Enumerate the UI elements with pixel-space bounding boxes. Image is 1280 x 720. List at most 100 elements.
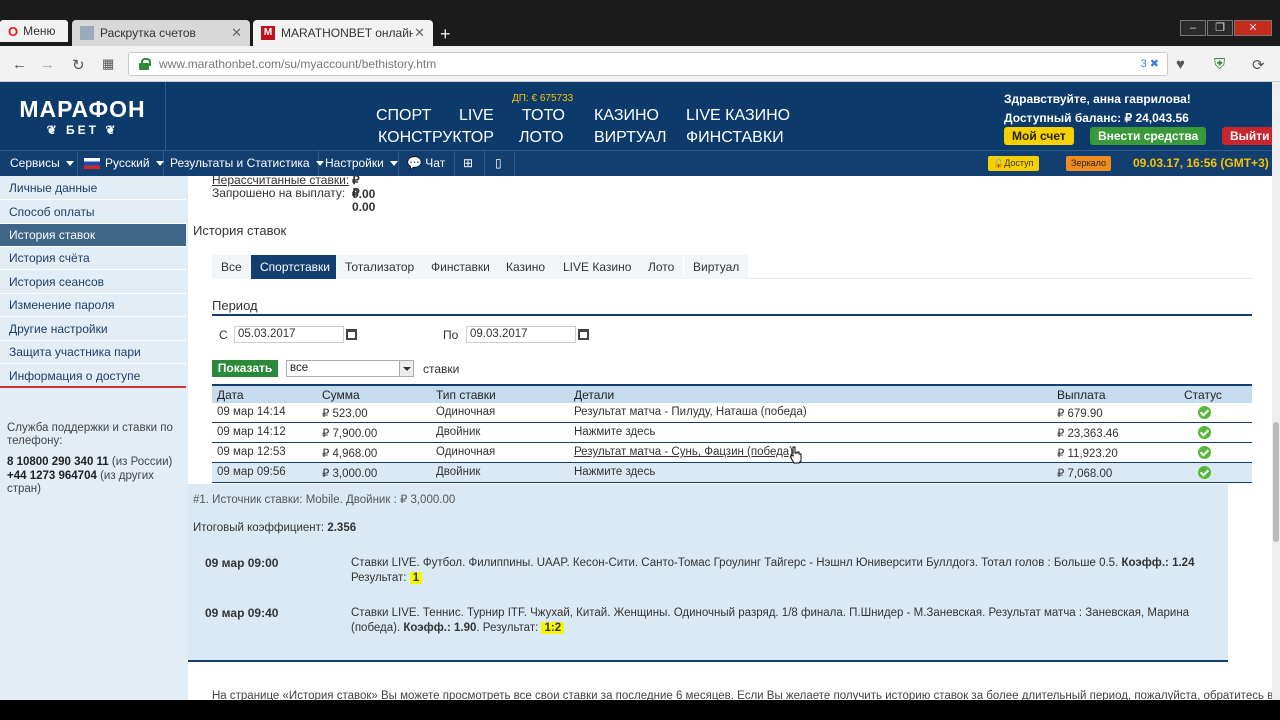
table-row[interactable]: 09 мар 14:12 ₽ 7,900.00 Двойник Нажмите … (212, 423, 1252, 443)
sidebar-item-other-settings[interactable]: Другие настройки (0, 318, 186, 341)
click-here-link[interactable]: Нажмите здесь (574, 466, 655, 478)
access-badge[interactable]: 🔒Доступ (988, 156, 1039, 171)
deposit-button[interactable]: Внести средства (1090, 127, 1207, 145)
back-icon[interactable]: ← (12, 56, 27, 73)
bottom-black-bar (0, 700, 1280, 720)
shield-icon[interactable]: ⛨ (1214, 56, 1225, 73)
my-account-button[interactable]: Мой счет (1004, 127, 1074, 145)
services-menu[interactable]: Сервисы (0, 151, 78, 176)
filter-tabs: Все Спортставки Тотализатор Финставки Ка… (212, 255, 1252, 279)
page-favicon-icon (80, 26, 94, 40)
stake-filter-select[interactable]: все (286, 360, 414, 377)
scrollbar-thumb[interactable] (1273, 422, 1279, 542)
col-type: Тип ставки (436, 388, 496, 402)
details-link[interactable]: Результат матча - Сунь, Фацзин (победа) (574, 446, 793, 458)
settings-menu[interactable]: Настройки (319, 151, 399, 176)
support-text: Служба поддержки и ставки по телефону: (7, 422, 173, 447)
nav-constructor[interactable]: КОНСТРУКТОР (378, 129, 494, 147)
forward-icon[interactable]: → (40, 56, 55, 73)
close-tab-icon[interactable]: ✕ (414, 25, 425, 41)
chevron-down-icon (389, 161, 398, 167)
table-row[interactable]: 09 мар 12:53 ₽ 4,968.00 Одиночная Резуль… (212, 443, 1252, 463)
logout-button[interactable]: Выйти (1222, 127, 1278, 145)
status-won-icon (1198, 466, 1211, 479)
maximize-icon[interactable]: ❐ (1207, 20, 1233, 36)
history-info-note: На странице «История ставок» Вы можете п… (212, 690, 1272, 700)
sidebar-item-personal[interactable]: Личные данные (0, 177, 186, 200)
table-row[interactable]: 09 мар 14:14 ₽ 523.00 Одиночная Результа… (212, 403, 1252, 423)
click-here-link[interactable]: Нажмите здесь (574, 426, 655, 438)
results-menu[interactable]: Результаты и Статистика (164, 151, 324, 176)
language-menu[interactable]: Русский (78, 151, 164, 176)
url-text: www.marathonbet.com/su/myaccount/bethist… (159, 57, 437, 71)
sidebar-item-payment[interactable]: Способ оплаты (0, 201, 186, 224)
nav-sport[interactable]: СПОРТ (376, 107, 431, 125)
greeting: Здравствуйте, анна гаврилова! (1004, 92, 1191, 106)
nav-live-casino[interactable]: LIVE КАЗИНО (686, 107, 790, 125)
site-header: МАРАФОН ❦ БЕТ ❦ ДП: € 675733 СПОРТ LIVE … (0, 82, 1280, 150)
nav-finstavki[interactable]: ФИНСТАВКИ (686, 129, 784, 147)
tab-all[interactable]: Все (212, 255, 251, 279)
nav-live[interactable]: LIVE (459, 107, 494, 125)
page-body: Личные данные Способ оплаты История став… (0, 176, 1272, 700)
mobile-icon[interactable]: ▯ (485, 151, 515, 176)
bet-history-content: Нерассчитанные ставки: ₽ 0.00 Запрошено н… (188, 176, 1272, 700)
downloads-icon[interactable]: ⟳ (1252, 56, 1265, 74)
calendar-icon[interactable] (578, 329, 589, 340)
table-row[interactable]: 09 мар 09:56 ₽ 3,000.00 Двойник Нажмите … (212, 463, 1252, 483)
browser-menu-button[interactable]: O Меню (0, 20, 68, 42)
tab-casino[interactable]: Казино (497, 255, 555, 279)
chevron-down-icon (65, 161, 74, 167)
tab-title: Раскрутка счетов (100, 26, 196, 40)
col-amount: Сумма (322, 388, 360, 402)
calendar-icon[interactable] (346, 329, 357, 340)
nav-casino[interactable]: КАЗИНО (594, 107, 659, 125)
minimize-icon[interactable]: – (1180, 20, 1206, 36)
laurel-right-icon: ❦ (98, 123, 119, 137)
sidebar-item-password[interactable]: Изменение пароля (0, 294, 186, 317)
browser-tab-bar: O Меню Раскрутка счетов ✕ M MARATHONBET … (0, 0, 1280, 46)
windows-icon[interactable]: ⊞ (455, 151, 485, 176)
sidebar-item-bet-history[interactable]: История ставок (0, 224, 186, 247)
marathon-logo[interactable]: МАРАФОН ❦ БЕТ ❦ (0, 82, 166, 150)
browser-tab-1[interactable]: Раскрутка счетов ✕ (72, 20, 250, 46)
adblock-icon: ✖ (1149, 58, 1159, 70)
sidebar-item-sessions[interactable]: История сеансов (0, 271, 186, 294)
nav-loto[interactable]: ЛОТО (519, 129, 563, 147)
close-window-icon[interactable]: ✕ (1234, 20, 1272, 36)
tab-finstavki[interactable]: Финставки (422, 255, 499, 279)
page-scrollbar[interactable] (1272, 82, 1280, 700)
sidebar-item-protection[interactable]: Защита участника пари (0, 341, 186, 364)
lock-small-icon: 🔒 (993, 158, 1005, 168)
tab-totalizator[interactable]: Тотализатор (336, 255, 424, 279)
dp-label: ДП: € 675733 (512, 93, 574, 104)
mirror-badge[interactable]: Зеркало (1066, 156, 1111, 171)
sidebar-item-account-history[interactable]: История счёта (0, 247, 186, 270)
heart-icon[interactable]: ♥ (1176, 56, 1185, 73)
laurel-left-icon: ❦ (46, 123, 67, 137)
result-highlight: 1:2 (541, 622, 565, 634)
speed-dial-icon[interactable]: ▦ (102, 56, 114, 72)
url-input[interactable]: www.marathonbet.com/su/myaccount/bethist… (128, 52, 1168, 76)
nav-virtual[interactable]: ВИРТУАЛ (594, 129, 667, 147)
date-from-input[interactable]: 05.03.2017 (234, 326, 344, 343)
extension-badge[interactable]: 3 ✖ (1141, 57, 1159, 70)
reload-icon[interactable]: ↻ (72, 56, 85, 74)
date-to-input[interactable]: 09.03.2017 (466, 326, 576, 343)
close-tab-icon[interactable]: ✕ (231, 25, 242, 41)
balance: Доступный баланс: ₽ 24,043.56 (1004, 111, 1189, 125)
tab-live-casino[interactable]: LIVE Казино (554, 255, 641, 279)
status-won-icon (1198, 406, 1211, 419)
tab-loto[interactable]: Лото (639, 255, 684, 279)
leg-time: 09 мар 09:40 (205, 606, 279, 620)
nav-toto[interactable]: ТОТО (522, 107, 565, 125)
chat-button[interactable]: 💬 Чат (399, 151, 455, 176)
tab-virtual[interactable]: Виртуал (684, 255, 749, 279)
show-button[interactable]: Показать (212, 360, 278, 377)
leg-description: Ставки LIVE. Теннис. Турнир ITF. Чжухай,… (351, 607, 1190, 634)
tab-sport[interactable]: Спортставки (251, 255, 339, 279)
sidebar-item-access-info[interactable]: Информация о доступе (0, 365, 186, 388)
new-tab-button[interactable]: + (440, 24, 451, 45)
browser-tab-2[interactable]: M MARATHONBET онлайн б ✕ (253, 20, 433, 46)
address-bar-row: ← → ↻ ▦ www.marathonbet.com/su/myaccount… (0, 46, 1280, 82)
